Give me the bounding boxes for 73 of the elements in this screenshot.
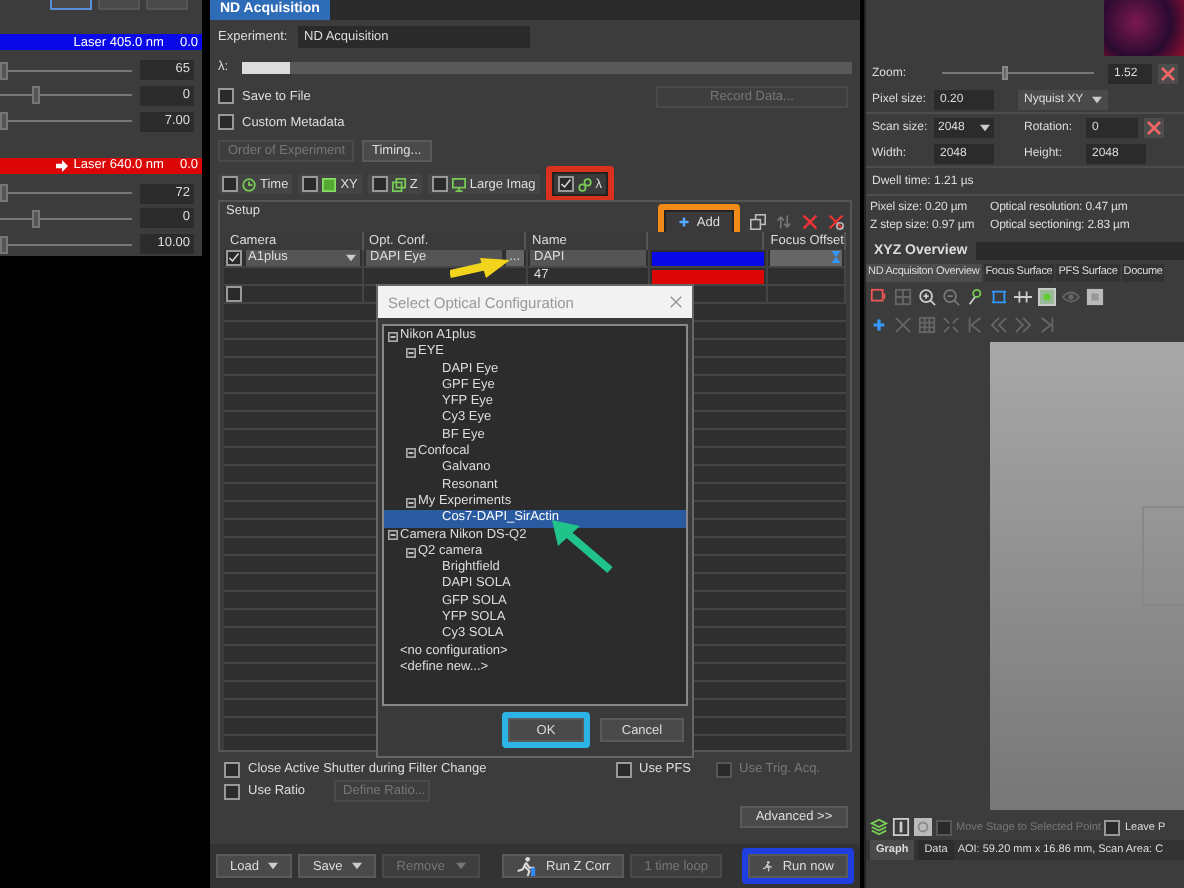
previous-icon[interactable] [990,315,1008,333]
plus-icon [678,216,691,228]
move-up-down-icon[interactable] [776,214,792,230]
grid-icon[interactable] [894,287,912,305]
checkbox[interactable] [431,176,448,192]
stage-canvas[interactable] [990,342,1184,810]
layers-icon[interactable] [870,818,888,836]
pin-icon[interactable] [966,287,984,305]
reset-icon[interactable] [1158,63,1178,83]
delete-all-icon[interactable] [828,214,844,230]
checkbox[interactable] [218,88,234,104]
zoom-out-icon[interactable] [942,287,960,305]
collapse-icon[interactable] [388,530,398,541]
caret-icon [352,862,363,870]
frame-icon[interactable] [892,818,910,836]
caret-icon [455,862,466,870]
checkbox[interactable] [226,286,242,302]
tab-button[interactable] [50,0,92,10]
checkbox[interactable] [615,761,632,777]
checkbox[interactable] [371,176,388,192]
checkbox[interactable] [557,176,574,192]
checkbox[interactable] [1104,819,1121,835]
runner-icon [762,856,773,876]
slider-thumb[interactable] [31,209,40,228]
collapse-icon[interactable] [406,497,416,508]
hourglass-icon[interactable] [830,250,842,264]
last-icon[interactable] [1038,315,1056,333]
delete-icon[interactable] [802,214,818,230]
checkbox[interactable] [224,761,240,777]
close-icon[interactable] [670,296,682,308]
caret-icon [1091,95,1102,103]
target-icon[interactable] [1038,287,1056,305]
slider-thumb[interactable] [0,235,8,254]
plus-icon[interactable] [870,315,888,333]
checkbox[interactable] [218,114,234,130]
color-swatch[interactable] [652,269,764,283]
monitor-icon [451,177,466,191]
zoom-in-icon[interactable] [918,287,936,305]
checkbox[interactable] [302,176,319,192]
copy-icon[interactable] [750,214,766,230]
slider-thumb[interactable] [1002,66,1008,80]
caret-icon [346,254,356,262]
first-icon[interactable] [966,315,984,333]
collapse-icon[interactable] [406,347,416,358]
range-icon[interactable] [1014,287,1032,305]
checkbox[interactable] [222,176,238,192]
caret-icon [980,123,990,131]
next-icon[interactable] [1014,315,1032,333]
runner-icon [516,856,537,876]
slider-thumb[interactable] [31,86,40,105]
grid-icon[interactable] [918,315,936,333]
ruler-icon[interactable] [990,287,1008,305]
square-icon [322,177,337,191]
image-thumbnail [1104,0,1184,56]
shrink-icon[interactable] [942,315,960,333]
clock-icon [242,177,256,191]
screen-icon[interactable] [870,287,888,305]
collapse-icon[interactable] [406,447,416,458]
slider-thumb[interactable] [0,112,8,131]
collapse-icon[interactable] [388,331,398,342]
checkbox[interactable] [224,783,240,799]
square-icon[interactable] [1086,287,1104,305]
eye-icon[interactable] [1062,287,1080,305]
checkbox[interactable] [226,250,242,266]
caret-icon [268,862,279,870]
links-icon [577,177,592,191]
slider-thumb[interactable] [0,184,8,203]
close-icon[interactable] [894,315,912,333]
reset-icon[interactable] [1144,117,1164,137]
stack-icon [391,177,406,191]
collapse-icon[interactable] [406,547,416,557]
color-swatch[interactable] [652,251,764,265]
slider-thumb[interactable] [0,61,8,80]
